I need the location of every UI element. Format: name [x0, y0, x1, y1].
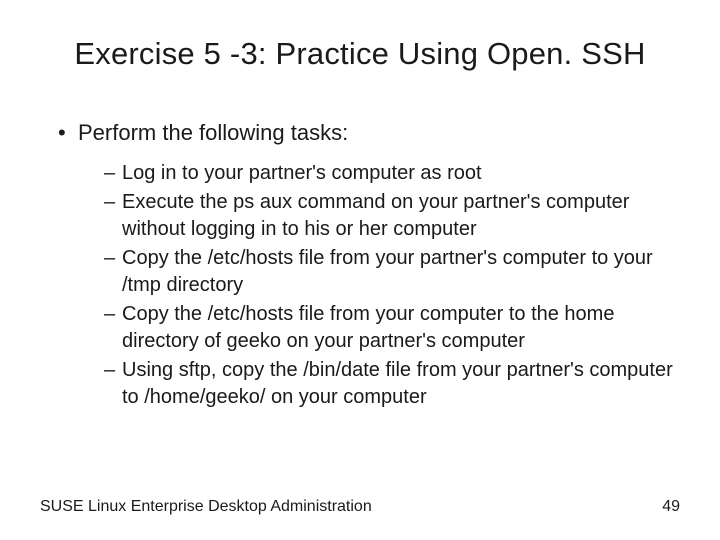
lead-bullet: Perform the following tasks: [58, 120, 680, 146]
slide-footer: SUSE Linux Enterprise Desktop Administra… [40, 498, 680, 516]
slide-title: Exercise 5 -3: Practice Using Open. SSH [40, 36, 680, 72]
list-item: Copy the /etc/hosts file from your compu… [104, 301, 680, 355]
page-number: 49 [662, 498, 680, 516]
footer-text: SUSE Linux Enterprise Desktop Administra… [40, 498, 372, 516]
list-item: Copy the /etc/hosts file from your partn… [104, 245, 680, 299]
list-item: Using sftp, copy the /bin/date file from… [104, 357, 680, 411]
slide: Exercise 5 -3: Practice Using Open. SSH … [0, 0, 720, 540]
slide-content: Perform the following tasks: Log in to y… [40, 120, 680, 411]
task-list: Log in to your partner's computer as roo… [58, 160, 680, 411]
list-item: Execute the ps aux command on your partn… [104, 189, 680, 243]
list-item: Log in to your partner's computer as roo… [104, 160, 680, 187]
